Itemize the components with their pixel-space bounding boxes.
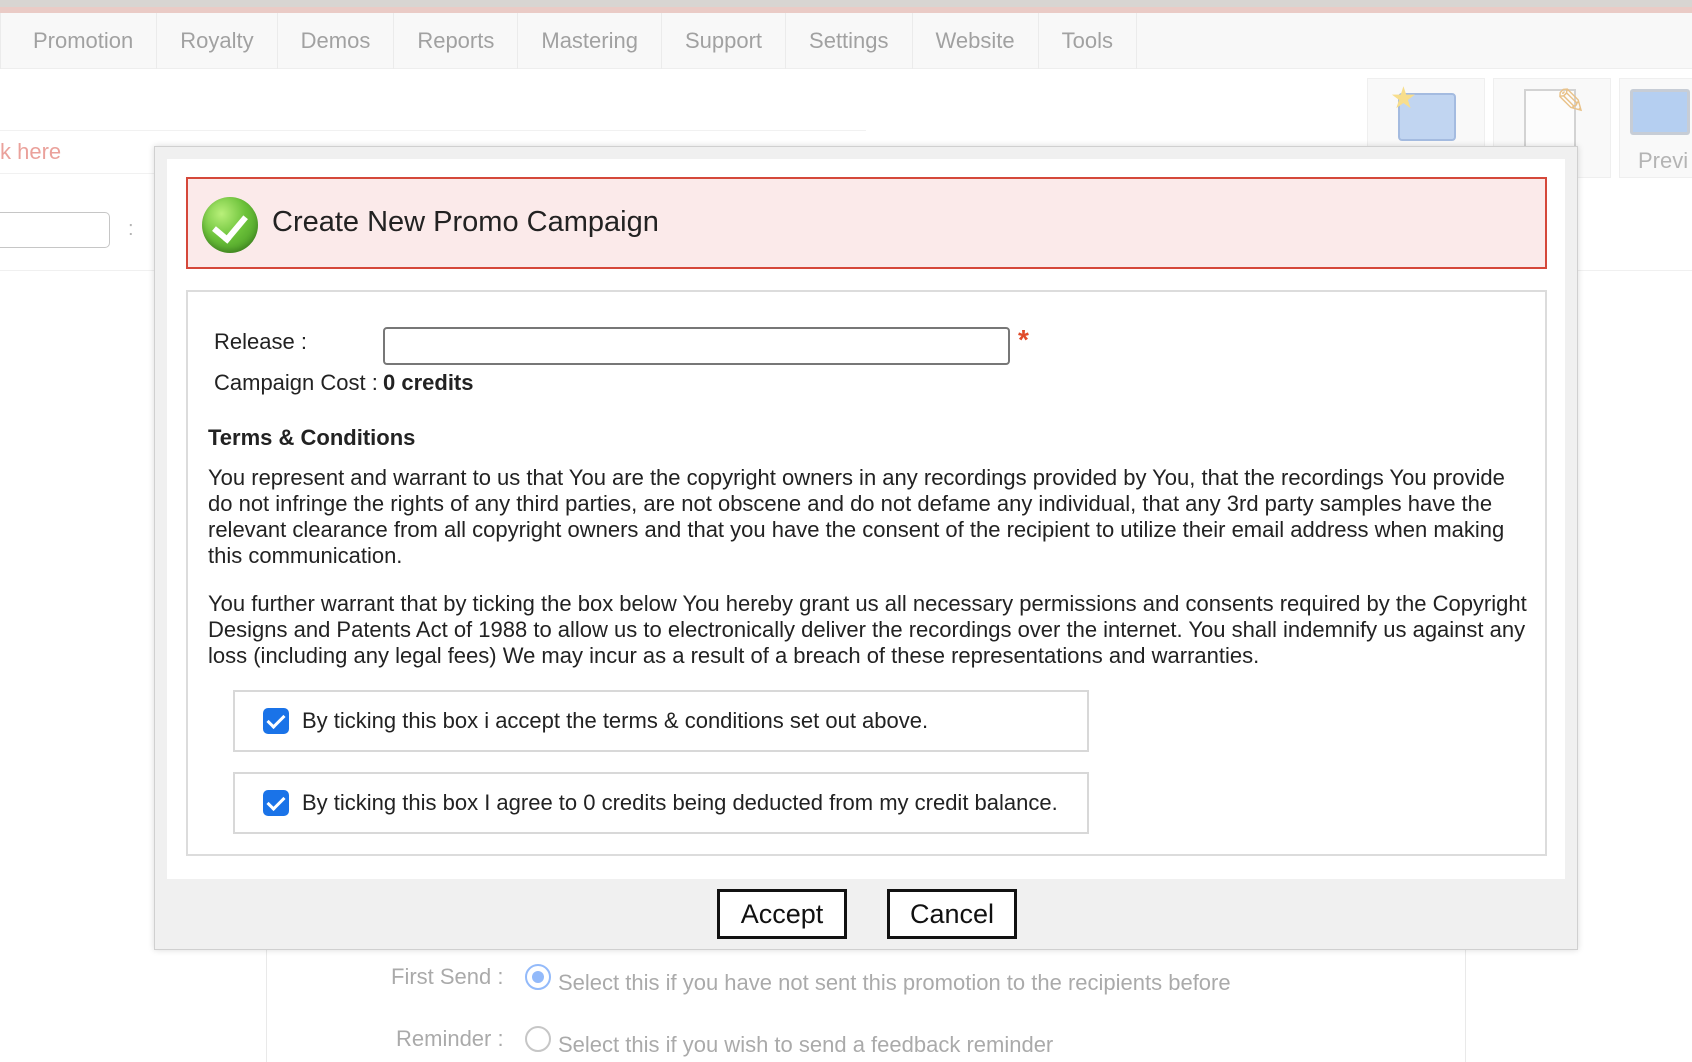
campaign-cost-value: 0 credits	[383, 370, 474, 395]
nav-settings[interactable]: Settings	[786, 13, 913, 69]
first-send-text: Select this if you have not sent this pr…	[558, 970, 1231, 995]
terms-paragraph-1: You represent and warrant to us that You…	[208, 465, 1505, 568]
nav-tools[interactable]: Tools	[1039, 13, 1137, 69]
first-send-radio[interactable]	[525, 964, 551, 990]
nav-promotion[interactable]: Promotion	[0, 13, 158, 69]
accept-terms-checkbox[interactable]	[263, 708, 289, 734]
pencil-icon: ✎	[1556, 81, 1587, 122]
background-colon: :	[128, 218, 134, 240]
main-nav: Promotion Royalty Demos Reports Masterin…	[0, 13, 1692, 69]
nav-mastering[interactable]: Mastering	[518, 13, 662, 69]
nav-reports[interactable]: Reports	[394, 13, 519, 69]
reminder-label: Reminder :	[396, 1026, 504, 1051]
accept-terms-text: By ticking this box i accept the terms &…	[302, 708, 929, 733]
nav-demos[interactable]: Demos	[278, 13, 395, 69]
nav-royalty[interactable]: Royalty	[157, 13, 278, 69]
required-asterisk: *	[1018, 324, 1029, 355]
agree-credits-text: By ticking this box I agree to 0 credits…	[302, 790, 1058, 815]
star-icon: ★	[1390, 82, 1417, 115]
accept-terms-option[interactable]: By ticking this box i accept the terms &…	[233, 690, 1089, 752]
agree-credits-checkbox[interactable]	[263, 790, 289, 816]
campaign-cost-label: Campaign Cost :	[214, 370, 378, 395]
create-campaign-dialog: Create New Promo Campaign Release : * Ca…	[154, 146, 1578, 950]
first-send-label: First Send :	[391, 964, 504, 989]
dialog-header: Create New Promo Campaign	[186, 177, 1547, 269]
reminder-radio[interactable]	[525, 1026, 551, 1052]
cancel-button[interactable]: Cancel	[887, 889, 1017, 939]
nav-website[interactable]: Website	[913, 13, 1039, 69]
terms-paragraph-2: You further warrant that by ticking the …	[208, 591, 1527, 668]
dialog-content: Release : * Campaign Cost : 0 credits Te…	[186, 290, 1547, 856]
accept-button[interactable]: Accept	[717, 889, 847, 939]
monitor-icon	[1630, 89, 1690, 135]
preview-tool-label: Previ	[1638, 148, 1689, 173]
dialog-title: Create New Promo Campaign	[272, 206, 659, 238]
release-label: Release :	[214, 329, 307, 354]
top-strip	[0, 0, 1692, 13]
click-here-link[interactable]: k here	[0, 139, 61, 165]
reminder-text: Select this if you wish to send a feedba…	[558, 1032, 1054, 1057]
success-check-icon	[202, 197, 258, 253]
agree-credits-option[interactable]: By ticking this box I agree to 0 credits…	[233, 772, 1089, 834]
background-input[interactable]	[0, 212, 110, 248]
terms-heading: Terms & Conditions	[208, 425, 416, 450]
nav-support[interactable]: Support	[662, 13, 787, 69]
dialog-body: Create New Promo Campaign Release : * Ca…	[167, 159, 1565, 879]
release-input[interactable]	[383, 327, 1010, 365]
